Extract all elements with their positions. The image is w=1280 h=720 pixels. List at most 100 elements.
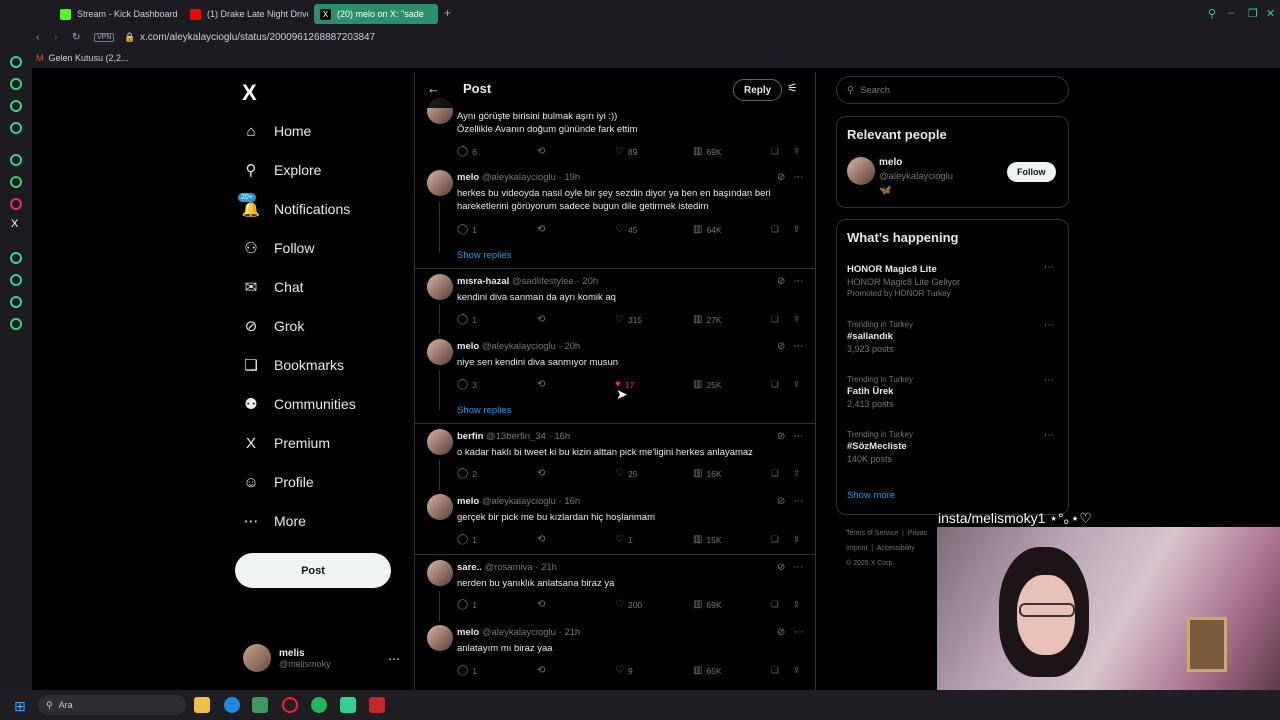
share-icon[interactable]: ⇪ (793, 468, 800, 479)
more-icon[interactable]: ⋯ (388, 652, 400, 666)
views-action[interactable]: ▥ 64K (693, 224, 722, 235)
author-name[interactable]: melo (457, 496, 479, 507)
like-action[interactable]: ♡ 25 (615, 468, 637, 479)
follow-button[interactable]: Follow (1007, 162, 1056, 182)
timestamp[interactable]: 21h (541, 562, 557, 573)
maximize-icon[interactable]: ❐ (1248, 7, 1258, 20)
repost-action[interactable]: ⟲ (537, 379, 549, 390)
taskbar-search[interactable]: ⚲ Ara (38, 695, 186, 715)
nav-item-premium[interactable]: X Premium (242, 434, 330, 452)
bookmark-icon[interactable]: ❏ (771, 379, 779, 390)
timestamp[interactable]: 19h (564, 172, 580, 183)
history-icon[interactable] (10, 274, 22, 286)
nav-item-more[interactable]: ⋯ More (242, 512, 306, 530)
sidebar-app-icon[interactable] (10, 100, 22, 112)
app-icon[interactable] (252, 697, 268, 713)
grok-icon[interactable]: ⊘ (777, 562, 785, 573)
more-icon[interactable]: ⋯ (793, 172, 803, 183)
tab-kick-dashboard[interactable]: Stream - Kick Dashboard (60, 4, 178, 24)
imprint-link[interactable]: Imprint (846, 545, 867, 552)
nav-item-profile[interactable]: ☺ Profile (242, 473, 313, 491)
nav-item-chat[interactable]: ✉ Chat (242, 278, 304, 296)
repost-action[interactable]: ⟲ (537, 468, 549, 479)
more-icon[interactable]: ⋯ (793, 562, 803, 573)
bookmark-gmail[interactable]: M Gelen Kutusu (2,2... (36, 53, 129, 63)
close-icon[interactable]: ✕ (1266, 7, 1275, 20)
avatar[interactable] (427, 625, 453, 651)
spotify-icon[interactable] (311, 697, 327, 713)
show-replies-link[interactable]: Show replies (457, 405, 511, 416)
nav-item-grok[interactable]: ⊘ Grok (242, 317, 305, 335)
avatar[interactable] (427, 429, 453, 455)
more-icon[interactable]: ⋯ (793, 496, 803, 507)
share-icon[interactable]: ⇪ (793, 224, 800, 235)
author-name[interactable]: melo (457, 172, 479, 183)
person-name[interactable]: melo (879, 157, 902, 168)
sidebar-app-icon[interactable] (10, 252, 22, 264)
app-icon[interactable] (340, 697, 356, 713)
share-icon[interactable]: ⇪ (793, 314, 800, 325)
grok-icon[interactable]: ⊘ (777, 627, 785, 638)
edge-icon[interactable] (224, 697, 240, 713)
repost-action[interactable]: ⟲ (537, 665, 549, 676)
repost-action[interactable]: ⟲ (537, 599, 549, 610)
more-icon[interactable]: ⋯ (1044, 430, 1054, 441)
whatsapp-icon[interactable] (10, 176, 22, 188)
nav-item-explore[interactable]: ⚲ Explore (242, 161, 322, 179)
search-input[interactable]: ⚲ Search (836, 76, 1069, 104)
repost-action[interactable]: ⟲ (537, 534, 549, 545)
tab-youtube[interactable]: (1) Drake Late Night Drive (190, 4, 308, 24)
views-action[interactable]: ▥ 69K (693, 146, 722, 157)
reply-action[interactable]: ◯ 1 (457, 665, 477, 676)
more-icon[interactable]: ⋯ (1044, 375, 1054, 386)
author-handle[interactable]: @rosamiva (484, 562, 532, 573)
terms-link[interactable]: Terms of Service (846, 530, 898, 537)
share-icon[interactable]: ⇪ (793, 379, 800, 390)
new-tab-icon[interactable]: + (444, 6, 451, 20)
reply-action[interactable]: ◯ 6 (457, 146, 477, 157)
reply-action[interactable]: ◯ 2 (457, 468, 477, 479)
trend-item[interactable]: Trending in Turkey #SözMecliste 140K posts… (847, 430, 1062, 464)
repost-action[interactable]: ⟲ (537, 224, 549, 235)
author-name[interactable]: melo (457, 627, 479, 638)
grok-icon[interactable]: ⊘ (777, 276, 785, 287)
grok-icon[interactable]: ⊘ (777, 431, 785, 442)
avatar[interactable] (847, 157, 875, 185)
x-sidebar-icon[interactable]: X (11, 218, 18, 230)
sidebar-app-icon[interactable] (10, 78, 22, 90)
sidebar-app-icon[interactable] (10, 56, 22, 68)
trend-item[interactable]: Trending in Turkey #sallandık 3,923 posts ⋯ (847, 320, 1062, 354)
grok-icon[interactable]: ⊘ (777, 496, 785, 507)
reply-action[interactable]: ◯ 1 (457, 314, 477, 325)
share-icon[interactable]: ⇪ (793, 534, 800, 545)
more-icon[interactable]: ⋯ (793, 341, 803, 352)
url-field[interactable]: x.com/aleykalaycioglu/status/20009612688… (140, 32, 375, 43)
avatar[interactable] (427, 170, 453, 196)
sliders-icon[interactable]: ⚟ (787, 81, 798, 95)
back-icon[interactable]: ‹ (36, 32, 39, 43)
reload-icon[interactable]: ↻ (72, 32, 80, 43)
reply-action[interactable]: ◯ 3 (457, 379, 477, 390)
author-name[interactable]: melo (457, 341, 479, 352)
bookmark-icon[interactable]: ❏ (771, 599, 779, 610)
author-handle[interactable]: @aleykalaycioglu (482, 627, 556, 638)
vpn-badge[interactable]: VPN (94, 33, 115, 42)
author-name[interactable]: berfin (457, 431, 483, 442)
timestamp[interactable]: 16h (564, 496, 580, 507)
more-icon[interactable]: ⋯ (793, 431, 803, 442)
chatgpt-icon[interactable] (10, 154, 22, 166)
forward-icon[interactable]: › (54, 32, 57, 43)
grok-icon[interactable]: ⊘ (777, 172, 785, 183)
bookmark-icon[interactable]: ❏ (771, 468, 779, 479)
views-action[interactable]: ▥ 25K (693, 379, 722, 390)
avatar[interactable] (427, 274, 453, 300)
avatar[interactable] (427, 339, 453, 365)
sidebar-app-icon[interactable] (10, 296, 22, 308)
minimize-icon[interactable]: – (1228, 7, 1234, 19)
views-action[interactable]: ▥ 16K (693, 468, 722, 479)
nav-item-bookmarks[interactable]: ❏ Bookmarks (242, 356, 344, 374)
like-action[interactable]: ♡ 45 (615, 224, 637, 235)
like-action[interactable]: ♡ 89 (615, 146, 637, 157)
grok-icon[interactable]: ⊘ (777, 341, 785, 352)
reply-action[interactable]: ◯ 1 (457, 534, 477, 545)
